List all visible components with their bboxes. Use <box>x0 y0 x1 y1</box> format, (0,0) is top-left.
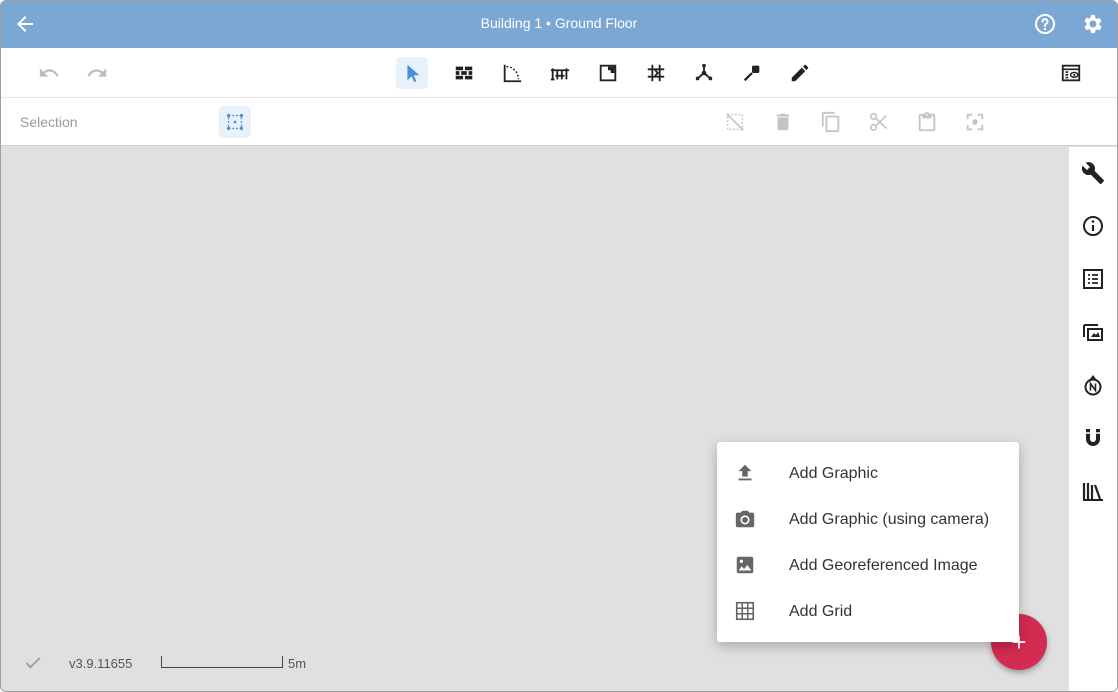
redo-button[interactable] <box>81 57 113 89</box>
select-tool-button[interactable] <box>396 57 428 89</box>
paste-icon <box>918 111 936 132</box>
menu-item-label: Add Georeferenced Image <box>789 557 978 574</box>
upload-icon <box>738 464 752 481</box>
cut-button[interactable] <box>863 106 895 138</box>
arc-tool-button[interactable] <box>496 57 528 89</box>
info-icon[interactable] <box>1081 214 1105 238</box>
select-mode-button[interactable] <box>219 106 251 138</box>
title-bar: Building 1 • Ground Floor <box>1 1 1117 48</box>
wall-icon <box>455 66 473 80</box>
room-icon <box>599 64 617 82</box>
focus-icon <box>966 113 984 131</box>
menu-item-label: Add Grid <box>789 603 853 620</box>
wrench-icon[interactable] <box>1081 161 1105 185</box>
selection-bar: Selection <box>1 98 1117 146</box>
image-icon <box>736 556 754 574</box>
focus-button[interactable] <box>959 106 991 138</box>
menu-item-label: Add Graphic <box>789 465 878 482</box>
scale-bar <box>161 656 283 668</box>
list-icon[interactable] <box>1081 267 1105 291</box>
compass-north-icon[interactable] <box>1081 373 1105 397</box>
check-icon <box>25 657 41 669</box>
railing-tool-button[interactable] <box>544 57 576 89</box>
version-text: v3.9.11655 <box>69 656 133 671</box>
grid-snap-icon <box>647 64 665 82</box>
select-pointer-icon <box>407 64 420 83</box>
cut-icon <box>869 112 887 132</box>
pencil-tool-button[interactable] <box>784 57 816 89</box>
vertex-icon <box>695 63 713 81</box>
right-sidebar <box>1068 147 1117 691</box>
marker-tool-button[interactable] <box>736 57 768 89</box>
page-title: Building 1 • Ground Floor <box>480 15 638 31</box>
paste-button[interactable] <box>911 106 943 138</box>
layers-view-icon <box>1061 64 1081 82</box>
deselect-button[interactable] <box>719 106 751 138</box>
grid-icon <box>735 601 755 621</box>
menu-item-add-graphic[interactable]: Add Graphic <box>717 450 1019 496</box>
gear-icon[interactable] <box>1081 12 1105 36</box>
redo-icon <box>87 68 107 77</box>
camera-icon <box>735 510 755 528</box>
menu-item-add-grid[interactable]: Add Grid <box>717 588 1019 634</box>
status-bar: v3.9.11655 5m <box>1 631 401 691</box>
app-window: Building 1 • Ground Floor Selection v3.9… <box>0 0 1118 692</box>
copy-icon <box>821 111 840 133</box>
railing-icon <box>550 68 570 81</box>
selection-box-icon <box>226 113 244 131</box>
delete-icon <box>776 113 790 131</box>
deselect-icon <box>726 113 744 131</box>
add-menu: Add Graphic Add Graphic (using camera) A… <box>717 442 1019 642</box>
copy-button[interactable] <box>815 106 847 138</box>
menu-item-add-graphic-camera[interactable]: Add Graphic (using camera) <box>717 496 1019 542</box>
help-circle-icon[interactable] <box>1033 12 1057 36</box>
vertex-tool-button[interactable] <box>688 57 720 89</box>
undo-button[interactable] <box>33 57 65 89</box>
overlay-icon[interactable] <box>1081 320 1105 344</box>
scale-label: 5m <box>288 656 307 671</box>
menu-item-label: Add Graphic (using camera) <box>789 511 990 528</box>
selection-label: Selection <box>20 114 78 130</box>
marker-icon <box>743 65 760 82</box>
pencil-icon <box>791 64 809 82</box>
wall-tool-button[interactable] <box>448 57 480 89</box>
undo-icon <box>39 68 59 77</box>
tool-toolbar <box>1 48 1117 98</box>
menu-item-add-georeferenced-image[interactable]: Add Georeferenced Image <box>717 542 1019 588</box>
room-tool-button[interactable] <box>592 57 624 89</box>
magnet-icon[interactable] <box>1081 426 1105 450</box>
delete-button[interactable] <box>767 106 799 138</box>
grid-snap-tool-button[interactable] <box>640 57 672 89</box>
layers-view-button[interactable] <box>1055 57 1087 89</box>
library-icon[interactable] <box>1081 479 1105 503</box>
arc-icon <box>503 64 522 83</box>
